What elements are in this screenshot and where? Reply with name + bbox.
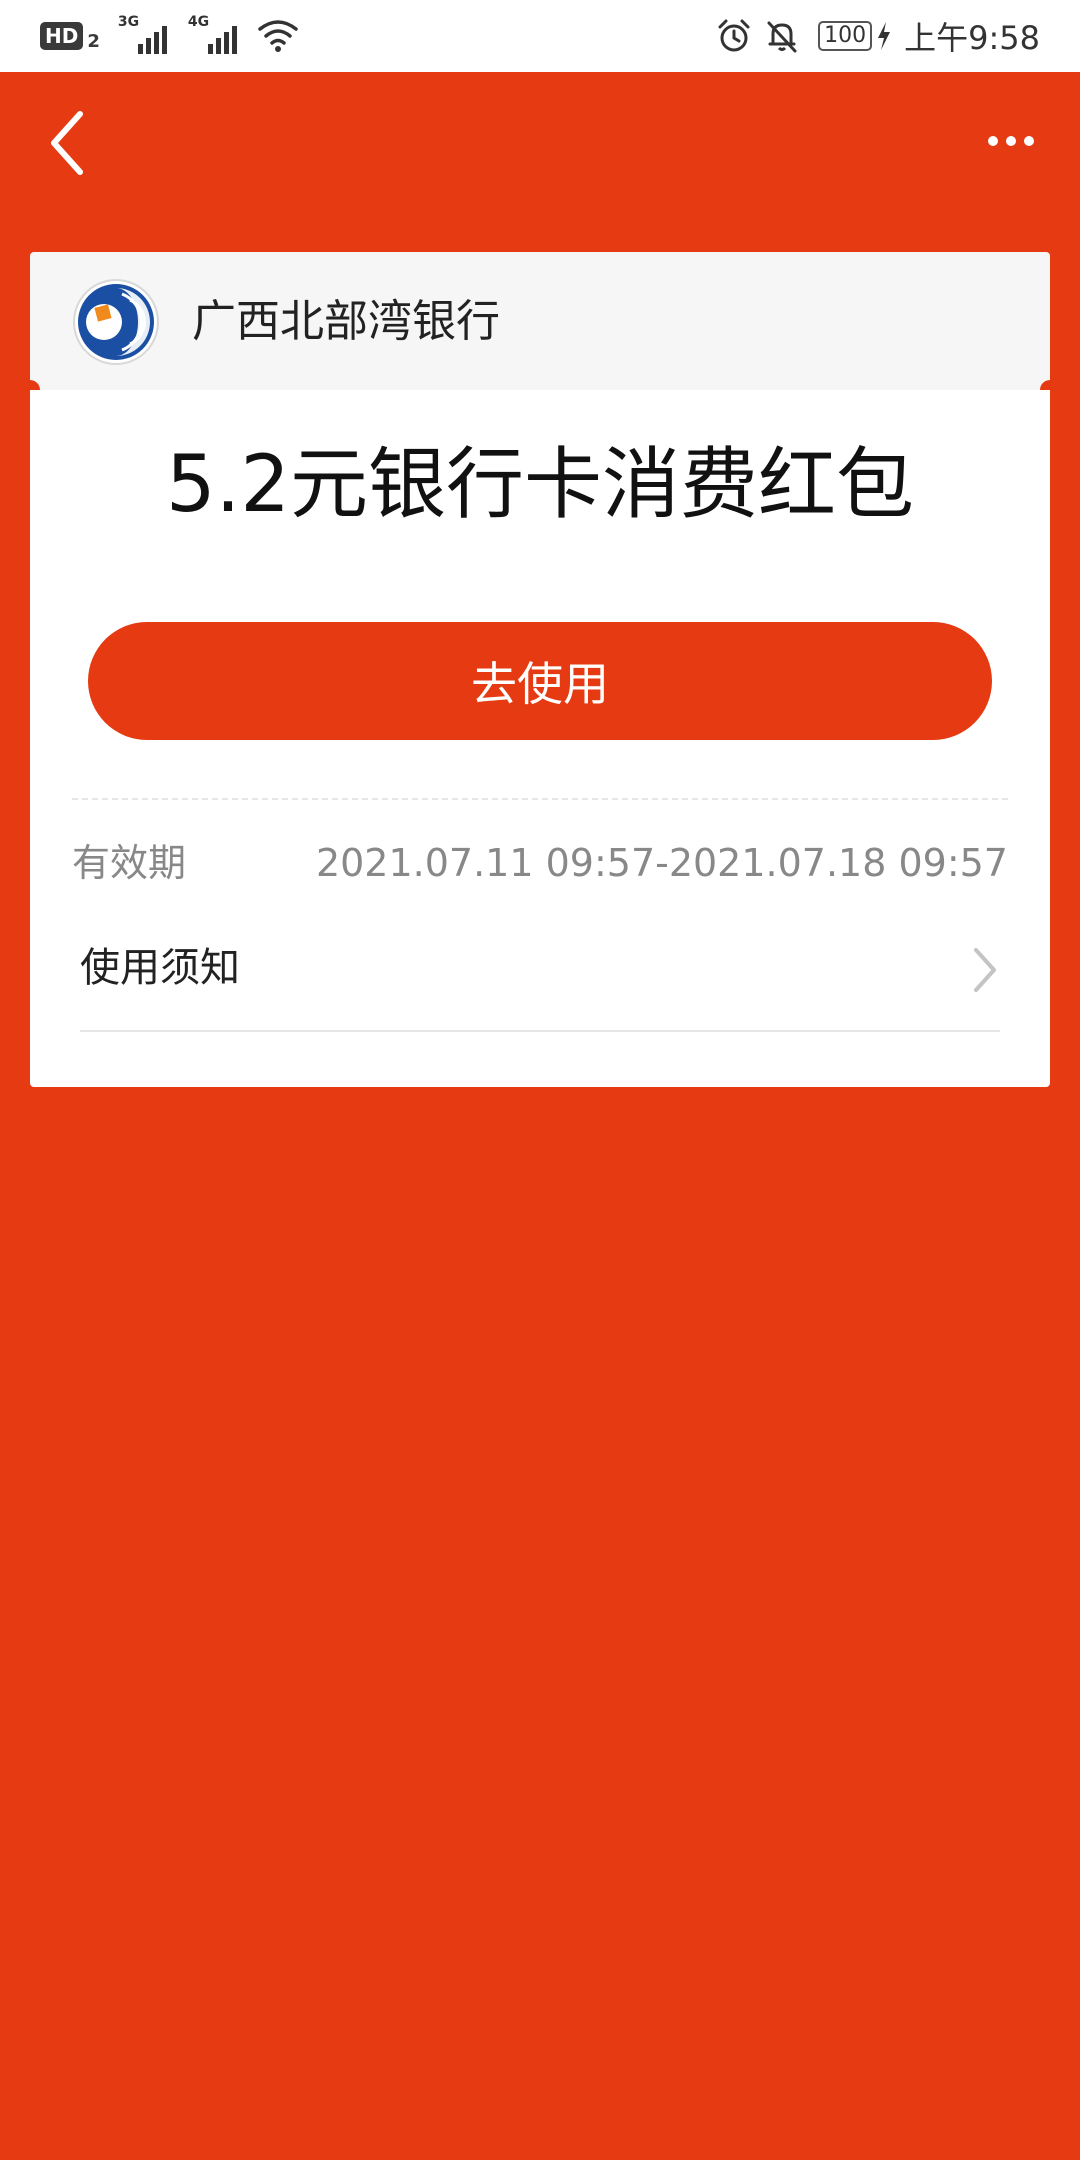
validity-value: 2021.07.11 09:57-2021.07.18 09:57 xyxy=(315,841,1008,885)
app-bar xyxy=(0,72,1080,212)
usage-notice-row[interactable]: 使用须知 xyxy=(80,920,1000,1020)
bell-off-icon xyxy=(767,21,797,53)
hd-sim-index: 2 xyxy=(87,30,100,52)
signal-4g: 4G xyxy=(188,14,240,54)
use-coupon-button[interactable]: 去使用 xyxy=(88,622,992,740)
back-button[interactable] xyxy=(40,108,100,178)
signal-bars-icon xyxy=(207,26,240,54)
status-bar-right: 100 上午9:58 xyxy=(704,14,1040,58)
card-body: 5.2元银行卡消费红包 去使用 有效期 2021.07.11 09:57-202… xyxy=(30,390,1050,1087)
card-header: 广西北部湾银行 xyxy=(30,252,1050,390)
battery-indicator: 100 xyxy=(818,21,873,51)
dashed-divider xyxy=(72,798,1008,800)
coupon-card: 广西北部湾银行 5.2元银行卡消费红包 去使用 有效期 2021.07.11 0… xyxy=(20,252,1060,1087)
alarm-icon xyxy=(718,19,750,52)
signal-3g-label: 3G xyxy=(117,14,140,30)
more-button[interactable] xyxy=(976,116,1046,166)
coupon-title: 5.2元银行卡消费红包 xyxy=(165,440,915,530)
hd-badge: HD xyxy=(40,22,84,50)
row-divider xyxy=(80,1030,1000,1032)
chevron-right-icon xyxy=(974,948,996,992)
validity-label: 有效期 xyxy=(72,841,187,885)
chevron-left-icon xyxy=(51,111,83,175)
bank-logo-icon xyxy=(73,279,159,365)
signal-bars-icon xyxy=(137,26,170,54)
more-horizontal-icon xyxy=(988,136,998,146)
wifi-icon xyxy=(258,20,298,52)
clock: 上午9:58 xyxy=(904,19,1040,57)
status-bar: HD 2 3G 4G 100 上午9:58 xyxy=(0,0,1080,72)
status-bar-left: HD 2 3G 4G xyxy=(40,14,298,58)
bank-name: 广西北部湾银行 xyxy=(192,296,500,347)
charging-icon xyxy=(878,22,891,50)
signal-3g: 3G xyxy=(118,14,170,54)
signal-4g-label: 4G xyxy=(187,14,210,30)
usage-notice-label: 使用须知 xyxy=(80,945,240,991)
